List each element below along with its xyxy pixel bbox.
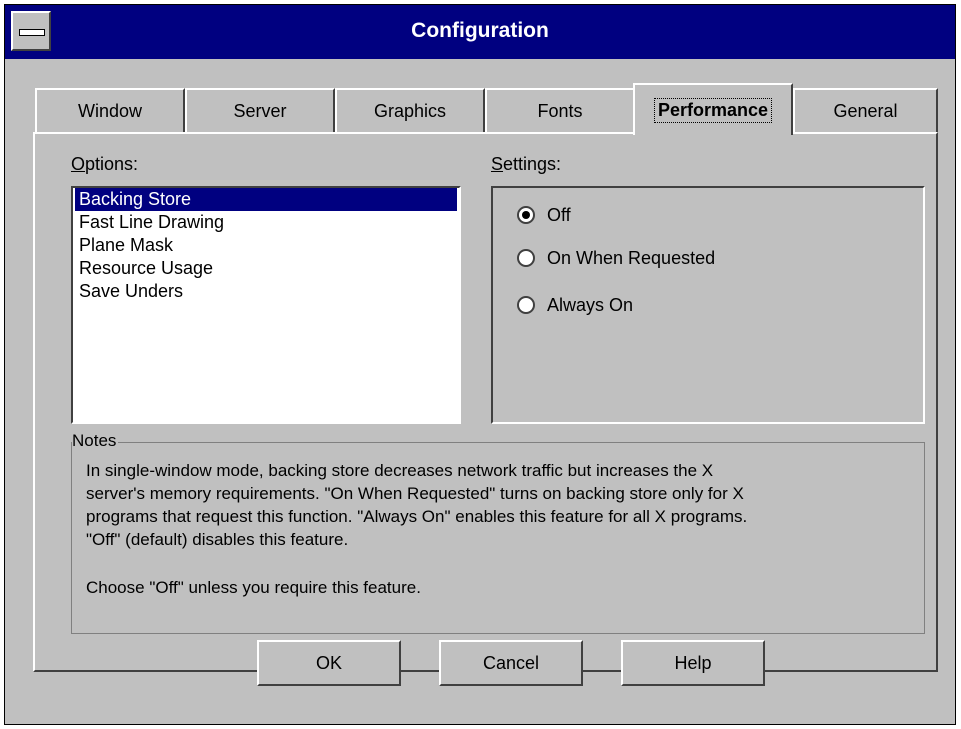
radio-always-on[interactable]: Always On	[517, 292, 633, 318]
cancel-button[interactable]: Cancel	[439, 640, 583, 686]
notes-legend: Notes	[72, 431, 119, 451]
notes-line: In single-window mode, backing store dec…	[86, 461, 714, 480]
list-item[interactable]: Resource Usage	[75, 257, 457, 280]
cancel-label: Cancel	[482, 652, 540, 673]
list-item[interactable]: Save Unders	[75, 280, 457, 303]
list-item[interactable]: Plane Mask	[75, 234, 457, 257]
window-title: Configuration	[411, 19, 549, 42]
tab-window[interactable]: Window	[35, 88, 185, 133]
tab-label: General	[833, 101, 898, 121]
tab-fonts[interactable]: Fonts	[485, 88, 635, 133]
list-item[interactable]: Backing Store	[75, 188, 457, 211]
options-listbox[interactable]: Backing Store Fast Line Drawing Plane Ma…	[71, 186, 461, 424]
tab-label: Fonts	[537, 101, 583, 121]
notes-group: Notes In single-window mode, backing sto…	[71, 431, 925, 634]
radio-button-icon	[517, 249, 535, 267]
settings-group: Off On When Requested Always On	[491, 186, 925, 424]
radio-label: Off	[547, 204, 571, 225]
tab-label: Server	[233, 101, 287, 121]
tab-performance[interactable]: Performance	[633, 83, 793, 135]
tab-label: Performance	[653, 97, 773, 123]
radio-button-icon	[517, 206, 535, 224]
ok-label: OK	[315, 652, 342, 673]
configuration-dialog: Configuration Window Server Graphics Fon…	[4, 4, 956, 725]
notes-line: programs that request this function. "Al…	[86, 507, 748, 526]
radio-label: Always On	[547, 294, 634, 315]
notes-line: "Off" (default) disables this feature.	[86, 530, 349, 549]
help-label: Help	[674, 652, 712, 673]
help-button[interactable]: Help	[621, 640, 765, 686]
performance-panel: Options: Backing Store Fast Line Drawing…	[33, 132, 938, 672]
ok-button[interactable]: OK	[257, 640, 401, 686]
notes-line: Choose "Off" unless you require this fea…	[86, 578, 421, 597]
tab-graphics[interactable]: Graphics	[335, 88, 485, 133]
radio-button-icon	[517, 296, 535, 314]
tab-server[interactable]: Server	[185, 88, 335, 133]
settings-label: Settings:	[491, 154, 562, 174]
tab-label: Window	[77, 101, 143, 121]
list-item[interactable]: Fast Line Drawing	[75, 211, 457, 234]
options-label: Options:	[71, 154, 139, 174]
radio-off[interactable]: Off	[517, 202, 571, 228]
radio-on-when-requested[interactable]: On When Requested	[517, 245, 715, 271]
radio-label: On When Requested	[547, 247, 716, 268]
title-bar: Configuration	[5, 5, 955, 59]
notes-line: server's memory requirements. "On When R…	[86, 484, 744, 503]
tab-general[interactable]: General	[793, 88, 938, 133]
tab-label: Graphics	[373, 101, 447, 121]
